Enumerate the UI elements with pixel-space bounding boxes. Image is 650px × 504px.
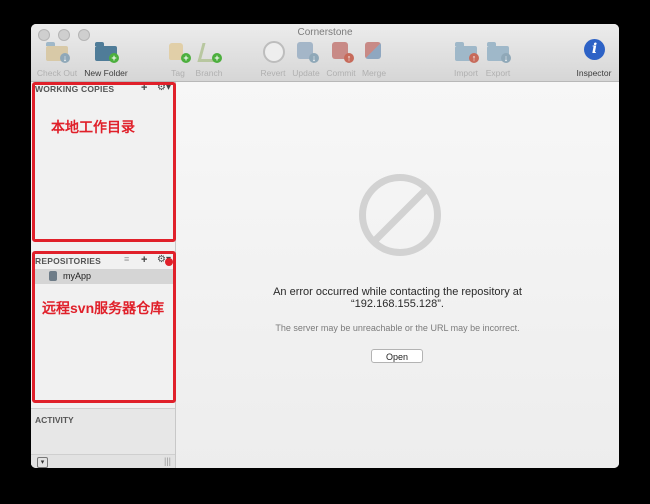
export-icon: ↓ xyxy=(485,41,511,63)
activity-title: ACTIVITY xyxy=(35,415,74,425)
no-entry-icon xyxy=(359,174,441,256)
resize-grip-icon[interactable]: ||| xyxy=(164,456,171,466)
main-content: An error occurred while contacting the r… xyxy=(176,82,619,468)
working-copies-annotation: 本地工作目录 xyxy=(51,119,135,135)
merge-icon xyxy=(361,41,387,61)
app-window: Cornerstone ↓ Check Out + New Folder + T… xyxy=(31,24,619,468)
toggle-panel-button[interactable]: ▾ xyxy=(37,457,48,468)
new-folder-icon: + xyxy=(93,41,119,63)
open-button[interactable]: Open xyxy=(371,349,423,363)
info-icon: i xyxy=(581,39,607,61)
window-title: Cornerstone xyxy=(297,27,353,38)
inspector-button[interactable]: i Inspector xyxy=(571,39,617,78)
branch-button[interactable]: + Branch xyxy=(186,41,232,78)
repositories-annotation: 远程svn服务器仓库 xyxy=(42,300,165,316)
activity-panel: ACTIVITY xyxy=(31,408,175,455)
error-message-line1: An error occurred while contacting the r… xyxy=(273,286,522,298)
merge-button[interactable]: Merge xyxy=(351,41,397,78)
sidebar: WORKING COPIES + ⚙▾ 本地工作目录 REPOSITORIES … xyxy=(31,82,176,468)
branch-icon: + xyxy=(196,41,224,63)
sidebar-bottom-bar: ▾ ||| xyxy=(31,454,175,468)
working-copies-highlight xyxy=(32,82,176,242)
new-folder-button[interactable]: + New Folder xyxy=(83,41,129,78)
check-out-button[interactable]: ↓ Check Out xyxy=(34,41,80,78)
export-button[interactable]: ↓ Export xyxy=(475,41,521,78)
error-message-line2: “192.168.155.128”. xyxy=(351,298,444,310)
error-sub-message: The server may be unreachable or the URL… xyxy=(275,323,520,333)
check-out-icon: ↓ xyxy=(44,41,70,63)
repositories-highlight xyxy=(32,251,176,403)
title-bar: Cornerstone ↓ Check Out + New Folder + T… xyxy=(31,24,619,82)
update-icon: ↓ xyxy=(293,41,319,63)
